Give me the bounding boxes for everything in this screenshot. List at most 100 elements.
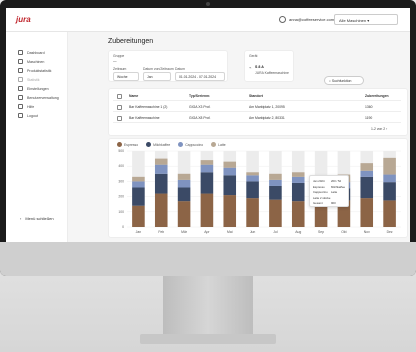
bar-segment-milchkaffee[interactable] (269, 185, 282, 200)
table-row[interactable]: Bar Kaffeemaschine GIGA X8 Prof. Am Mark… (113, 113, 401, 123)
sidebar-item-dashboard[interactable]: Dashboard (18, 49, 45, 56)
bar-segment-cappuccino[interactable] (154, 164, 168, 174)
bar-segment-cappuccino[interactable] (132, 181, 145, 188)
bar-segment-espresso[interactable] (132, 205, 145, 227)
user-email: anna@coffeeservice.com (289, 17, 335, 22)
bar-segment-cappuccino[interactable] (269, 179, 282, 186)
sidebar-item-statistics[interactable]: Statistik (18, 76, 40, 83)
brand-logo[interactable]: jura (16, 15, 31, 24)
bar-segment-milchkaffee[interactable] (200, 172, 214, 194)
bar-segment-espresso[interactable] (360, 198, 374, 227)
cell-location: Am Marktplatz 1, 20095 (249, 105, 285, 109)
header-count[interactable]: Zubereitungen (365, 94, 389, 98)
sidebar-item-users[interactable]: Benutzerverwaltung (18, 94, 59, 101)
from-label: Datum von/Zeitraum (143, 67, 174, 71)
x-tick-label: Jan (136, 230, 142, 234)
bar-segment-milchkaffee[interactable] (177, 187, 191, 202)
bar-segment-latte[interactable] (223, 161, 237, 168)
bar-segment-latte[interactable] (154, 158, 168, 165)
bar-segment-milchkaffee[interactable] (154, 173, 168, 194)
sidebar-item-machines[interactable]: Maschinen (18, 58, 44, 65)
bar-segment-latte[interactable] (246, 172, 259, 176)
x-tick-label: Jul (273, 230, 278, 234)
bar-segment-espresso[interactable] (223, 195, 237, 227)
bar-segment-milchkaffee[interactable] (132, 187, 145, 206)
sidebar-item-label: Einstellungen (27, 86, 49, 91)
bar-segment-espresso[interactable] (291, 201, 305, 227)
group-value[interactable]: — (113, 59, 117, 63)
bar-segment-espresso[interactable] (246, 198, 259, 227)
header-name[interactable]: Name (129, 94, 138, 98)
y-tick-label: 100 (118, 210, 124, 214)
row-checkbox[interactable] (117, 116, 122, 121)
legend-label: Espresso (124, 142, 139, 147)
header-type[interactable]: Typ/Seriennr. (189, 94, 210, 98)
sidebar-item-help[interactable]: Hilfe (18, 103, 34, 110)
page-title: Zubereitungen (108, 38, 154, 45)
bar-segment-latte[interactable] (291, 172, 305, 177)
bar-segment-cappuccino[interactable] (177, 179, 191, 188)
bar-segment-milchkaffee[interactable] (383, 182, 396, 201)
period-select[interactable]: Woche (113, 72, 139, 81)
tooltip-key: Gesamt (313, 201, 323, 205)
date-range-input[interactable]: 01.01.2024 - 07.01.2024 (175, 72, 225, 81)
header-location[interactable]: Standort (249, 94, 263, 98)
device-label: Gerät (249, 54, 258, 58)
x-tick-label: Mär (181, 230, 188, 234)
bar-segment-cappuccino[interactable] (200, 164, 214, 173)
chart-icon (18, 68, 23, 73)
account-select[interactable]: Alle Maschinen ▾ (334, 14, 398, 25)
bar-segment-milchkaffee[interactable] (223, 175, 237, 196)
bar-segment-latte[interactable] (360, 163, 374, 171)
grid-icon (18, 50, 23, 55)
chevron-right-icon[interactable]: › (386, 127, 387, 131)
tooltip-key: Cappuccino (313, 190, 328, 194)
tooltip-value: 200 / 52 (331, 179, 342, 183)
sidebar: Dashboard Maschinen Produktstatistik Sta… (6, 32, 68, 242)
bar-segment-espresso[interactable] (383, 200, 396, 227)
bar-segment-espresso[interactable] (269, 199, 282, 227)
sidebar-item-settings[interactable]: Einstellungen (18, 85, 49, 92)
sidebar-item-logout[interactable]: Logout (18, 112, 38, 119)
bar-segment-latte[interactable] (383, 157, 396, 175)
sidebar-item-label: Dashboard (27, 50, 45, 55)
camera-dot (206, 2, 210, 6)
x-tick-label: Okt (341, 230, 346, 234)
from-select[interactable]: Jan (143, 72, 171, 81)
users-icon (18, 95, 23, 100)
select-all-checkbox[interactable] (117, 94, 122, 99)
monitor-stand (163, 276, 253, 334)
bar-segment-cappuccino[interactable] (223, 167, 237, 176)
period-label: Zeitraum (113, 67, 127, 71)
device-card: Gerät S 8 A JURA Kaffeemaschine ⌁ (244, 50, 294, 82)
user-icon[interactable] (279, 16, 286, 23)
tooltip-row: Gesamt 900 (313, 201, 347, 205)
bar-segment-cappuccino[interactable] (360, 170, 374, 177)
bar-segment-milchkaffee[interactable] (360, 176, 374, 199)
stacked-bar-chart: 0 100 200 300 400 500 Jan Feb Mär Apr Mai Jun Jul Aug… (118, 149, 401, 234)
search-button[interactable]: ⌕ Suchfunktion (324, 76, 364, 85)
preparations-chart: Espresso Milchkaffee Cappuccino Latte 0 1… (108, 138, 408, 238)
bar-segment-latte[interactable] (177, 173, 191, 180)
tooltip-value: 900 (331, 201, 336, 205)
bar-segment-cappuccino[interactable] (291, 176, 305, 183)
bar-segment-cappuccino[interactable] (383, 174, 396, 183)
tooltip-key: Jan 2024 (313, 179, 325, 183)
bar-segment-espresso[interactable] (154, 193, 168, 227)
screen: jura anna@coffeeservice.com Alle Maschin… (6, 8, 410, 242)
row-checkbox[interactable] (117, 105, 122, 110)
bar-segment-latte[interactable] (132, 176, 145, 182)
bar-segment-latte[interactable] (269, 173, 282, 180)
x-tick-label: Feb (158, 230, 164, 234)
bar-segment-cappuccino[interactable] (246, 175, 259, 182)
table-row[interactable]: Bar Kaffeemaschine 1 (2) GIGA X3 Prof. A… (113, 102, 401, 112)
bar-segment-espresso[interactable] (177, 201, 191, 227)
bar-segment-latte[interactable] (200, 160, 214, 165)
bar-segment-milchkaffee[interactable] (291, 182, 305, 202)
pagination[interactable]: 1-2 von 2 › (371, 127, 387, 131)
sidebar-item-products[interactable]: Produktstatistik (18, 67, 51, 74)
collapse-menu-button[interactable]: ‹ Menü schließen (20, 216, 54, 221)
bar-segment-milchkaffee[interactable] (246, 181, 259, 199)
machine-icon (18, 59, 23, 64)
bar-segment-espresso[interactable] (200, 193, 214, 227)
